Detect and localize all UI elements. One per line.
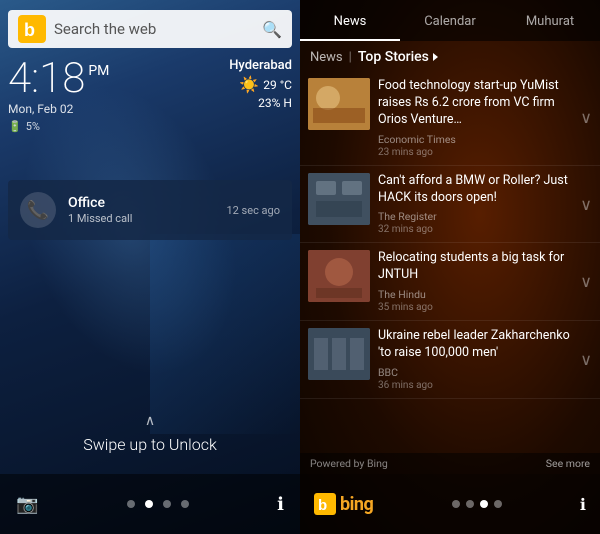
- news-content-1: Food technology start-up YuMist raises R…: [378, 78, 570, 158]
- search-icon[interactable]: 🔍: [262, 20, 282, 39]
- r-dot-1: [452, 500, 460, 508]
- news-thumb-1: [308, 78, 370, 130]
- news-chevron-2: ∨: [580, 195, 592, 214]
- right-footer: Powered by Bing See more: [300, 453, 600, 474]
- news-content-2: Can't afford a BMW or Roller? Just HACK …: [378, 173, 570, 236]
- swipe-label: Swipe up to Unlock: [83, 435, 217, 454]
- news-thumb-2: [308, 173, 370, 225]
- powered-by-bing: Powered by Bing: [310, 457, 388, 470]
- page-dots: [127, 500, 189, 508]
- news-item-4[interactable]: Ukraine rebel leader Zakharchenko 'to ra…: [300, 321, 600, 399]
- dot-3: [163, 500, 171, 508]
- news-item-1[interactable]: Food technology start-up YuMist raises R…: [300, 71, 600, 166]
- see-more-link[interactable]: See more: [546, 457, 590, 470]
- tabs-row: News Calendar Muhurat: [300, 0, 600, 41]
- date-display: Mon, Feb 02: [8, 102, 109, 116]
- news-item-2[interactable]: Can't afford a BMW or Roller? Just HACK …: [300, 166, 600, 244]
- news-source-3: The Hindu: [378, 288, 570, 301]
- news-title-1: Food technology start-up YuMist raises R…: [378, 78, 570, 129]
- news-chevron-3: ∨: [580, 272, 592, 291]
- time-display: 4:18: [8, 58, 85, 100]
- time-block: 4:18 PM Mon, Feb 02 🔋 5%: [8, 58, 109, 133]
- news-thumb-3: [308, 250, 370, 302]
- right-panel: News Calendar Muhurat News | Top Stories…: [300, 0, 600, 534]
- weather-temp: 29 °C: [263, 78, 292, 92]
- ampm-display: PM: [88, 64, 109, 78]
- news-content-4: Ukraine rebel leader Zakharchenko 'to ra…: [378, 328, 570, 391]
- news-separator: |: [349, 50, 352, 65]
- notification-time: 12 sec ago: [226, 204, 280, 217]
- dot-1: [127, 500, 135, 508]
- search-bar[interactable]: b Search the web 🔍: [8, 10, 292, 48]
- dot-4: [181, 500, 189, 508]
- news-section-header: News | Top Stories: [300, 41, 600, 71]
- notification-icon: 📞: [20, 192, 56, 228]
- news-chevron-4: ∨: [580, 350, 592, 369]
- battery-icon: 🔋: [8, 120, 22, 133]
- news-source-4: BBC: [378, 366, 570, 379]
- news-content-3: Relocating students a big task for JNTUH…: [378, 250, 570, 313]
- weather-block: Hyderabad ☀️ 29 °C 23% H: [229, 58, 292, 110]
- news-title-2: Can't afford a BMW or Roller? Just HACK …: [378, 173, 570, 207]
- weather-icon: ☀️: [239, 75, 259, 94]
- camera-icon[interactable]: 📷: [16, 494, 38, 515]
- news-title-3: Relocating students a big task for JNTUH: [378, 250, 570, 284]
- news-time-4: 36 mins ago: [378, 380, 570, 391]
- notification-card[interactable]: 📞 Office 1 Missed call 12 sec ago: [8, 180, 292, 240]
- news-label: News: [310, 50, 343, 65]
- r-dot-2: [466, 500, 474, 508]
- left-bottom-nav: 📷 ℹ: [0, 474, 300, 534]
- tab-news[interactable]: News: [300, 0, 400, 41]
- info-icon[interactable]: ℹ: [277, 494, 284, 515]
- right-bottom-nav: b bing ℹ: [300, 474, 600, 534]
- news-section-title: Top Stories: [358, 49, 429, 65]
- search-input-label[interactable]: Search the web: [54, 20, 262, 38]
- time-weather-block: 4:18 PM Mon, Feb 02 🔋 5% Hyderabad ☀️ 29…: [8, 58, 292, 133]
- weather-city: Hyderabad: [229, 58, 292, 73]
- news-arrow-icon: [433, 53, 438, 61]
- tab-muhurat[interactable]: Muhurat: [500, 0, 600, 41]
- svg-text:b: b: [24, 20, 35, 40]
- news-chevron-1: ∨: [580, 108, 592, 127]
- news-thumb-4: [308, 328, 370, 380]
- right-page-dots: [452, 500, 502, 508]
- battery-percent: 5%: [26, 120, 40, 133]
- notification-title: Office: [68, 195, 214, 211]
- tab-calendar[interactable]: Calendar: [400, 0, 500, 41]
- swipe-chevron-icon: ∧: [0, 413, 300, 429]
- news-item-3[interactable]: Relocating students a big task for JNTUH…: [300, 243, 600, 321]
- news-source-2: The Register: [378, 210, 570, 223]
- r-dot-3: [480, 500, 488, 508]
- right-info-icon[interactable]: ℹ: [580, 495, 586, 514]
- news-time-3: 35 mins ago: [378, 302, 570, 313]
- bing-text-label: bing: [340, 494, 373, 515]
- swipe-unlock-text: ∧ Swipe up to Unlock: [0, 413, 300, 454]
- bing-logo-bottom: b bing: [314, 493, 373, 515]
- news-time-2: 32 mins ago: [378, 224, 570, 235]
- bing-logo-icon: b: [18, 15, 46, 43]
- notification-subtitle: 1 Missed call: [68, 212, 214, 225]
- bing-b-icon: b: [314, 493, 336, 515]
- svg-text:b: b: [318, 497, 327, 514]
- dot-2: [145, 500, 153, 508]
- news-time-1: 23 mins ago: [378, 147, 570, 158]
- news-source-1: Economic Times: [378, 133, 570, 146]
- weather-humidity: 23% H: [258, 96, 292, 110]
- news-list: Food technology start-up YuMist raises R…: [300, 71, 600, 453]
- left-panel: b Search the web 🔍 4:18 PM Mon, Feb 02 🔋…: [0, 0, 300, 534]
- notification-content: Office 1 Missed call: [68, 195, 214, 225]
- news-title-4: Ukraine rebel leader Zakharchenko 'to ra…: [378, 328, 570, 362]
- r-dot-4: [494, 500, 502, 508]
